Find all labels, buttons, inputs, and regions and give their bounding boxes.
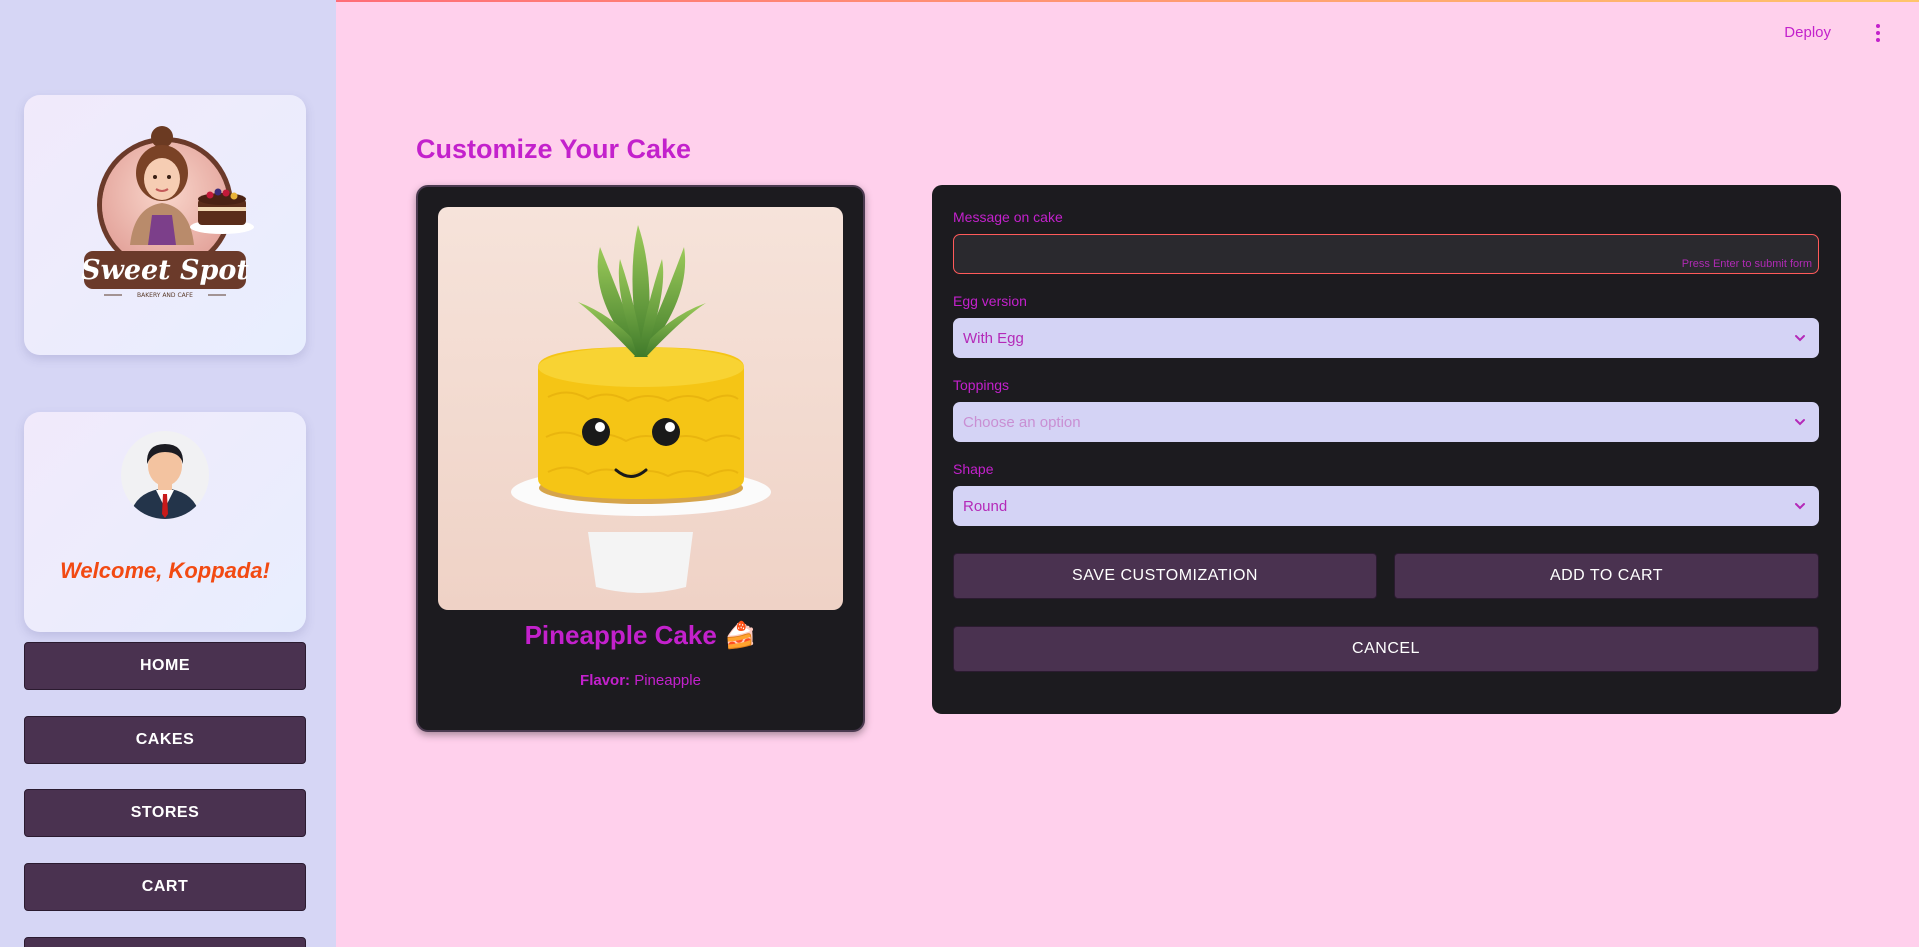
message-label: Message on cake (953, 209, 1063, 225)
shape-label: Shape (953, 461, 994, 477)
flavor-label: Flavor: (580, 672, 631, 689)
submit-hint: Press Enter to submit form (1681, 258, 1812, 270)
pineapple-cake-image (438, 207, 843, 610)
nav-home-button[interactable]: HOME (24, 642, 306, 690)
save-customization-button[interactable]: SAVE CUSTOMIZATION (953, 553, 1377, 599)
logo-tagline: BAKERY AND CAFE (137, 292, 193, 299)
customization-form: Message on cake Press Enter to submit fo… (932, 185, 1841, 714)
shape-select[interactable]: Round (953, 486, 1819, 526)
message-input[interactable]: Press Enter to submit form (953, 234, 1819, 274)
egg-version-select[interactable]: With Egg (953, 318, 1819, 358)
product-panel: Pineapple Cake 🍰 Flavor: Pineapple (416, 185, 865, 732)
chevron-down-icon (1795, 503, 1805, 510)
logo-card: Sweet Spot BAKERY AND CAFE (24, 95, 306, 355)
deploy-button[interactable]: Deploy (1784, 24, 1831, 41)
shape-value: Round (963, 497, 1008, 515)
cancel-button[interactable]: CANCEL (953, 626, 1819, 672)
chevron-down-icon (1795, 419, 1805, 426)
sidebar: Sweet Spot BAKERY AND CAFE Welcome, Kopp… (0, 0, 336, 947)
nav-next-button[interactable] (24, 937, 306, 947)
flavor-value: Pineapple (634, 672, 701, 689)
avatar (121, 431, 209, 519)
product-flavor: Flavor: Pineapple (418, 672, 863, 689)
egg-version-value: With Egg (963, 329, 1024, 347)
nav-stores-button[interactable]: STORES (24, 789, 306, 837)
add-to-cart-button[interactable]: ADD TO CART (1394, 553, 1819, 599)
sweet-spot-logo: Sweet Spot BAKERY AND CAFE (81, 126, 254, 299)
welcome-text: Welcome, Koppada! (60, 558, 270, 583)
logo-name: Sweet Spot (81, 255, 249, 286)
nav-cart-button[interactable]: CART (24, 863, 306, 911)
toppings-select[interactable]: Choose an option (953, 402, 1819, 442)
vertical-ellipsis-icon[interactable] (1871, 22, 1885, 48)
product-name: Pineapple Cake 🍰 (524, 620, 757, 650)
toppings-label: Toppings (953, 377, 1010, 393)
chevron-down-icon (1795, 335, 1805, 342)
page-title: Customize Your Cake (416, 134, 692, 164)
toppings-placeholder: Choose an option (963, 413, 1081, 431)
profile-card: Welcome, Koppada! (24, 412, 306, 632)
nav-cakes-button[interactable]: CAKES (24, 716, 306, 764)
egg-version-label: Egg version (953, 293, 1027, 309)
